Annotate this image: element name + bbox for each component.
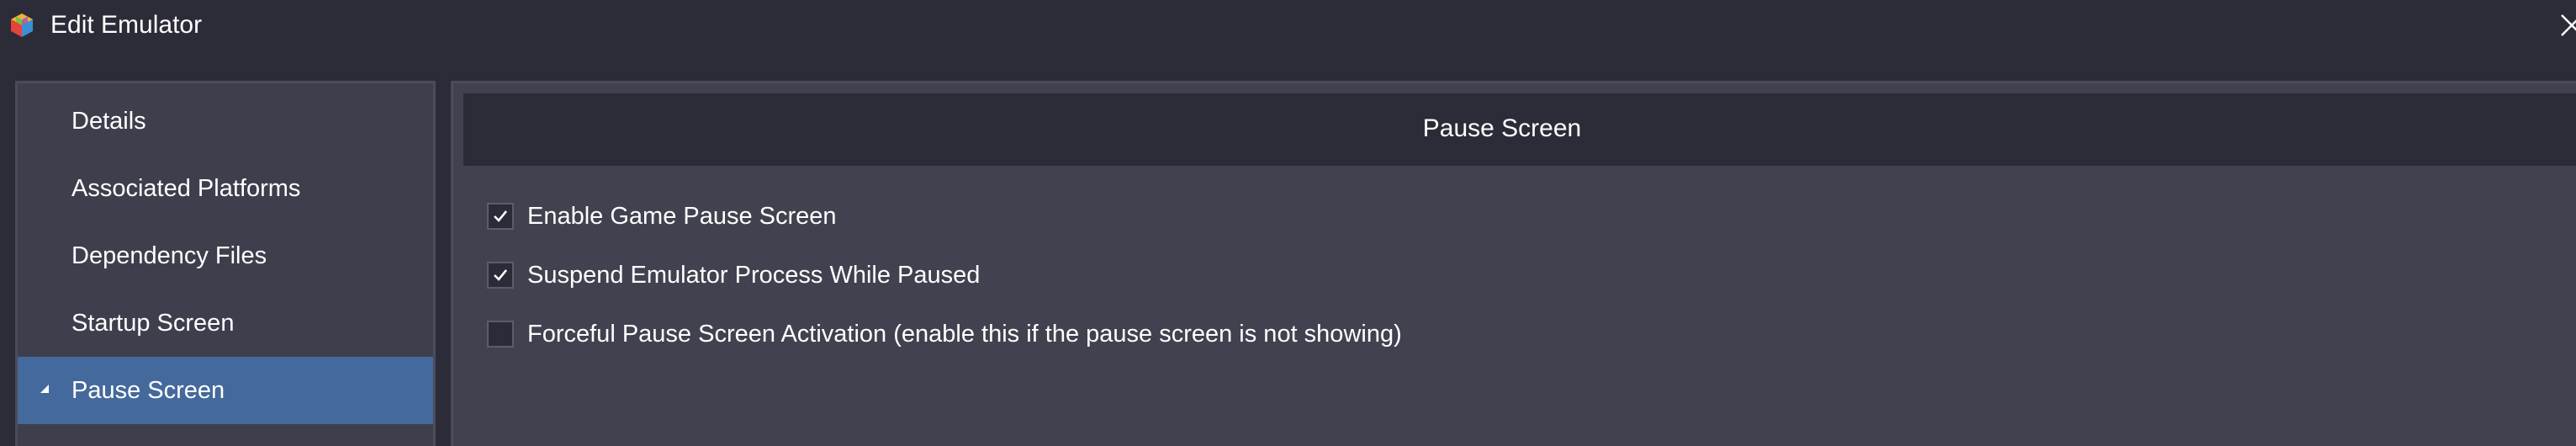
checkmark-icon <box>494 269 508 281</box>
sidebar-item-details[interactable]: Details <box>18 88 433 155</box>
sidebar-item-associated-platforms[interactable]: Associated Platforms <box>18 155 433 222</box>
launchbox-cube-icon <box>8 12 35 39</box>
forceful-pause-activation-checkbox[interactable] <box>487 321 514 348</box>
option-label: Enable Game Pause Screen <box>527 203 837 230</box>
enable-pause-screen-checkbox[interactable] <box>487 203 514 230</box>
suspend-emulator-checkbox[interactable] <box>487 262 514 289</box>
section-title: Pause Screen <box>1422 114 1582 142</box>
close-button[interactable] <box>2555 8 2576 42</box>
edit-emulator-window: Edit Emulator Details Associated Platfor… <box>0 0 2576 446</box>
sidebar-item-label: Startup Screen <box>71 310 235 337</box>
sidebar-item-pause-screen[interactable]: Pause Screen <box>18 357 433 424</box>
title-bar: Edit Emulator <box>0 0 2576 50</box>
sidebar-item-label: Associated Platforms <box>71 175 301 202</box>
settings-navigation: Details Associated Platforms Dependency … <box>15 81 436 446</box>
option-label: Forceful Pause Screen Activation (enable… <box>527 321 1402 348</box>
section-header: Pause Screen <box>463 93 2576 166</box>
option-label: Suspend Emulator Process While Paused <box>527 262 981 289</box>
sidebar-item-label: Dependency Files <box>71 242 267 269</box>
collapse-triangle-icon[interactable] <box>38 382 51 396</box>
settings-content-panel: Pause Screen Enable Game Pause Screen Su… <box>451 81 2576 446</box>
sidebar-item-startup-screen[interactable]: Startup Screen <box>18 289 433 357</box>
sidebar-item-partial[interactable] <box>18 424 433 446</box>
sidebar-item-label: Details <box>71 108 146 135</box>
checkmark-icon <box>494 210 508 222</box>
sidebar-item-dependency-files[interactable]: Dependency Files <box>18 222 433 289</box>
window-title: Edit Emulator <box>50 11 203 39</box>
sidebar-item-label: Pause Screen <box>71 377 225 404</box>
close-icon <box>2561 14 2576 36</box>
